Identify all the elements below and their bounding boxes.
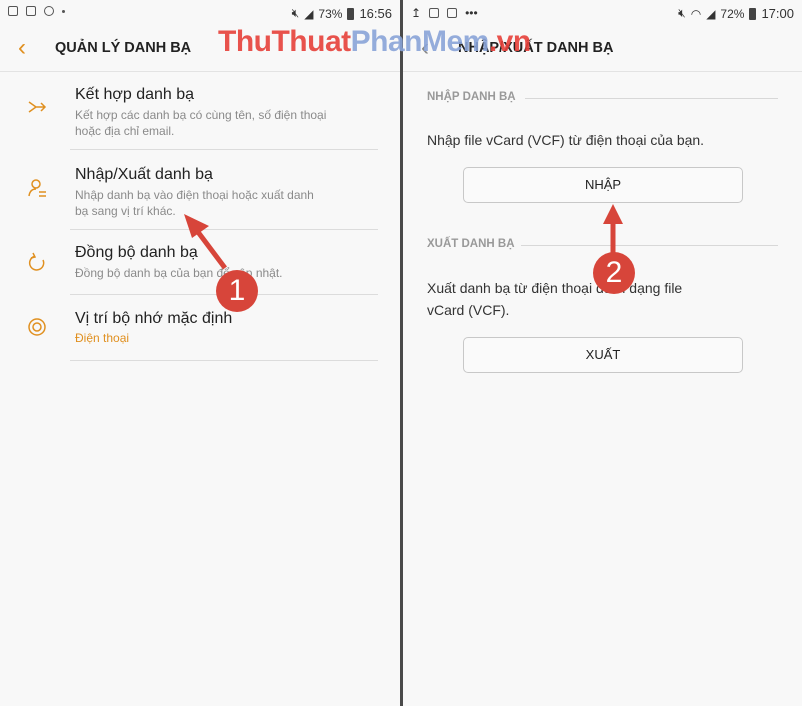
step-2-badge: 2 [593, 252, 635, 294]
watermark-logo: ThuThuatPhanMem.vn [218, 25, 531, 58]
left-screen: 🔇︎ ◢ 73% 16:56 ‹ QUẢN LÝ DANH BẠ Kết hợp… [0, 0, 400, 706]
right-screen: ↥ ••• 🔇︎ ◠ ◢ 72% 17:00 ‹ NHẬP/XUẤT DANH … [403, 0, 802, 706]
annotation-arrow-1 [184, 214, 227, 270]
step-1-badge: 1 [216, 270, 258, 312]
annotation-arrow-2 [603, 204, 623, 254]
